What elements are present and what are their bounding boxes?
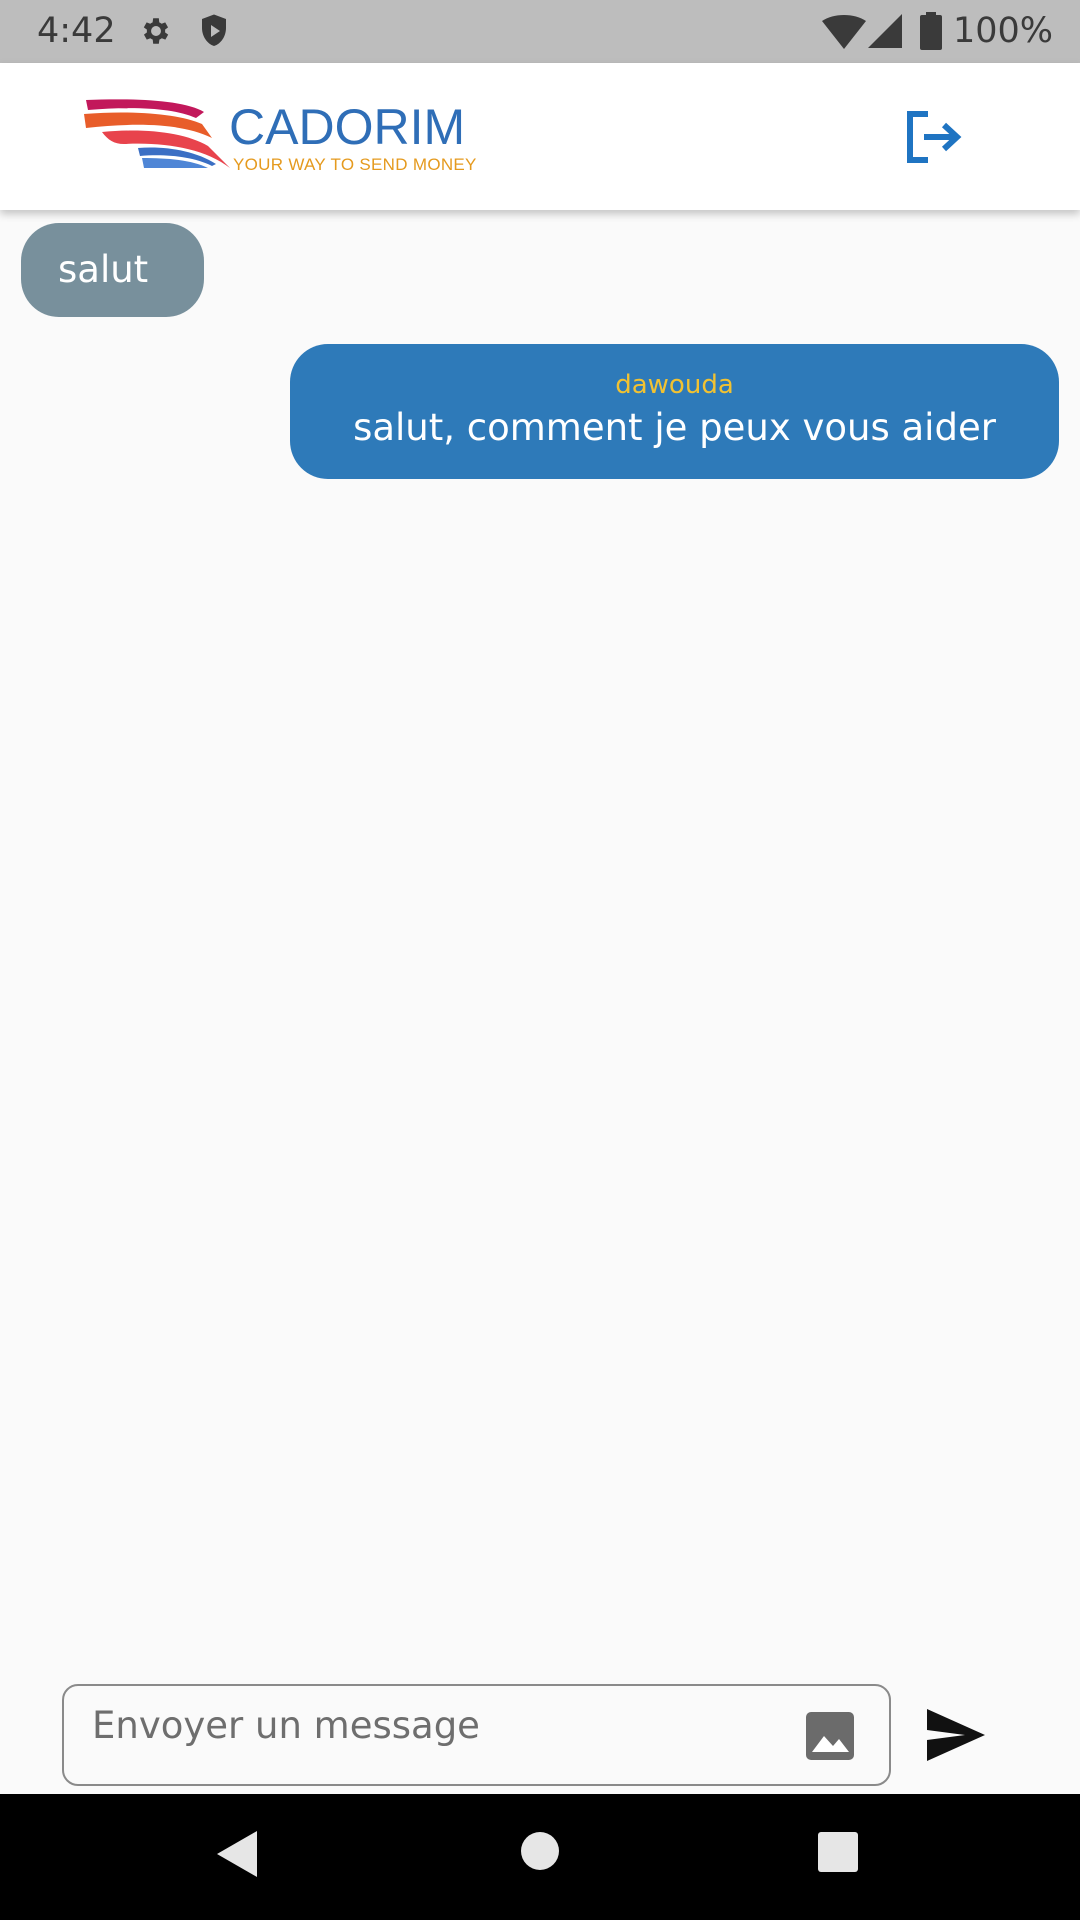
- recents-icon[interactable]: [817, 1831, 859, 1877]
- logo-name: CADORIM: [229, 99, 466, 155]
- navigation-bar: [0, 1794, 1080, 1920]
- gear-icon: [139, 14, 173, 52]
- app-header: CADORIM YOUR WAY TO SEND MONEY: [0, 63, 1080, 210]
- message-composer: [62, 1684, 891, 1786]
- logo-tagline: YOUR WAY TO SEND MONEY: [233, 155, 477, 174]
- send-button[interactable]: [925, 1707, 987, 1763]
- message-sender: dawouda: [615, 370, 734, 400]
- wifi-icon: [822, 15, 866, 53]
- logout-button[interactable]: [902, 108, 964, 166]
- battery-percent: 100%: [953, 11, 1054, 51]
- shield-icon: [199, 12, 229, 54]
- attach-image-button[interactable]: [804, 1710, 856, 1762]
- send-icon: [927, 1709, 985, 1761]
- image-icon: [806, 1712, 854, 1760]
- back-icon[interactable]: [215, 1829, 259, 1883]
- message-input[interactable]: [92, 1698, 772, 1752]
- incoming-message-bubble: salut: [21, 223, 204, 317]
- cell-signal-icon: [868, 14, 902, 52]
- message-text: salut: [58, 248, 149, 291]
- status-time: 4:42: [37, 11, 116, 51]
- message-text: salut, comment je peux vous aider: [353, 406, 996, 449]
- outgoing-message-bubble: dawouda salut, comment je peux vous aide…: [290, 344, 1059, 479]
- battery-icon: [920, 12, 942, 54]
- status-bar: 4:42 100%: [0, 0, 1080, 63]
- logout-icon: [907, 111, 962, 163]
- cadorim-logo-icon: [84, 98, 230, 172]
- home-icon[interactable]: [520, 1831, 560, 1875]
